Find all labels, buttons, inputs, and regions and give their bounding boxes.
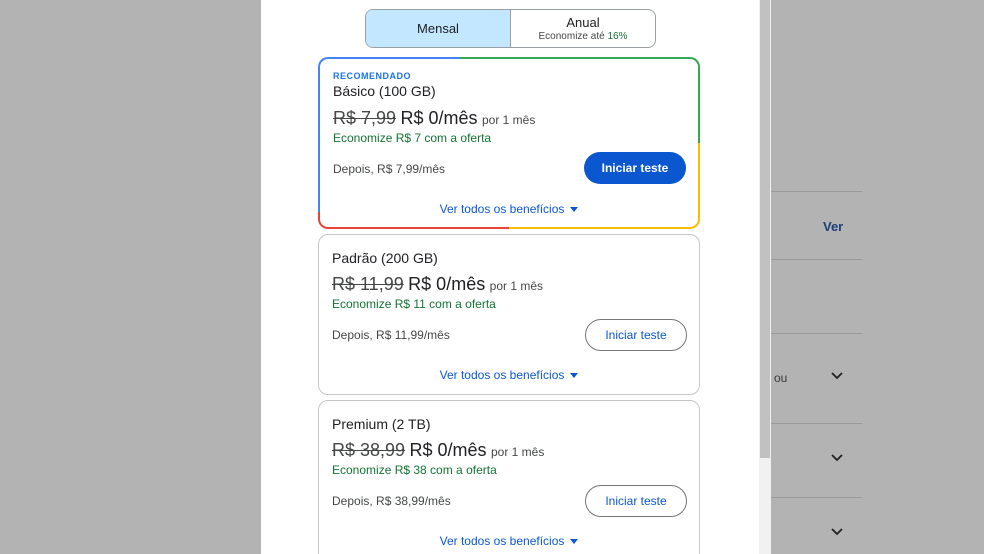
annual-savings-value: 16% xyxy=(607,30,628,42)
after-price-text: Depois, R$ 38,99/mês xyxy=(332,494,451,508)
price-period: por 1 mês xyxy=(491,445,545,459)
divider xyxy=(770,497,862,498)
new-price: R$ 0/mês xyxy=(408,274,486,294)
see-benefits-label: Ver todos os benefícios xyxy=(439,202,565,216)
plan-name: Padrão (200 GB) xyxy=(332,250,438,266)
caret-down-icon xyxy=(570,539,579,545)
monthly-label: Mensal xyxy=(417,21,459,36)
background-right-panel: Ver ou xyxy=(770,0,984,554)
divider xyxy=(770,333,862,334)
old-price: R$ 38,99 xyxy=(332,440,406,460)
old-price: R$ 7,99 xyxy=(333,108,397,128)
see-benefits-link[interactable]: Ver todos os benefícios xyxy=(319,368,699,382)
savings-text: Economize R$ 11 com a oferta xyxy=(332,297,496,311)
divider xyxy=(770,191,862,192)
see-benefits-label: Ver todos os benefícios xyxy=(439,534,565,548)
plan-card-standard: Padrão (200 GB) R$ 11,99 R$ 0/mês por 1 … xyxy=(318,234,700,395)
see-benefits-link[interactable]: Ver todos os benefícios xyxy=(319,534,699,548)
plan-card-basic: RECOMENDADO Básico (100 GB) R$ 7,99 R$ 0… xyxy=(318,57,700,229)
annual-savings-prefix: Economize até xyxy=(538,30,605,42)
after-price-text: Depois, R$ 7,99/mês xyxy=(333,162,446,176)
start-trial-button[interactable]: Iniciar teste xyxy=(585,319,687,351)
chevron-down-icon[interactable] xyxy=(830,451,844,465)
monthly-option[interactable]: Mensal xyxy=(366,10,511,47)
new-price: R$ 0/mês xyxy=(400,108,478,128)
annual-label: Anual xyxy=(566,14,600,30)
see-benefits-link[interactable]: Ver todos os benefícios xyxy=(320,202,698,216)
plans-dialog: Mensal Anual Economize até 16% RECOMENDA… xyxy=(261,0,771,554)
scrollbar-thumb[interactable] xyxy=(760,0,770,458)
price-row: R$ 38,99 R$ 0/mês por 1 mês xyxy=(332,440,544,461)
plan-name: Premium (2 TB) xyxy=(332,416,431,432)
divider xyxy=(770,259,862,260)
background-text: ou xyxy=(774,371,788,385)
divider xyxy=(770,423,862,424)
savings-text: Economize R$ 38 com a oferta xyxy=(332,463,497,477)
plan-name: Básico (100 GB) xyxy=(333,83,436,99)
recommended-badge: RECOMENDADO xyxy=(333,71,412,81)
chevron-down-icon[interactable] xyxy=(830,369,844,383)
savings-text: Economize R$ 7 com a oferta xyxy=(333,131,492,145)
price-period: por 1 mês xyxy=(481,113,536,127)
background-view-link[interactable]: Ver xyxy=(823,219,843,234)
caret-down-icon xyxy=(570,373,579,379)
chevron-down-icon[interactable] xyxy=(830,525,844,539)
old-price: R$ 11,99 xyxy=(332,274,404,294)
billing-period-toggle: Mensal Anual Economize até 16% xyxy=(365,9,656,48)
price-row: R$ 11,99 R$ 0/mês por 1 mês xyxy=(332,274,543,295)
price-period: por 1 mês xyxy=(489,279,544,293)
price-row: R$ 7,99 R$ 0/mês por 1 mês xyxy=(333,108,535,129)
annual-option[interactable]: Anual Economize até 16% xyxy=(511,10,655,47)
caret-down-icon xyxy=(570,207,579,213)
annual-savings-text: Economize até 16% xyxy=(539,30,628,43)
dialog-scrollbar[interactable] xyxy=(759,0,771,554)
new-price: R$ 0/mês xyxy=(409,440,487,460)
start-trial-button[interactable]: Iniciar teste xyxy=(585,485,687,517)
see-benefits-label: Ver todos os benefícios xyxy=(439,368,565,382)
start-trial-button[interactable]: Iniciar teste xyxy=(584,152,686,184)
plan-card-premium: Premium (2 TB) R$ 38,99 R$ 0/mês por 1 m… xyxy=(318,400,700,554)
after-price-text: Depois, R$ 11,99/mês xyxy=(332,328,450,342)
